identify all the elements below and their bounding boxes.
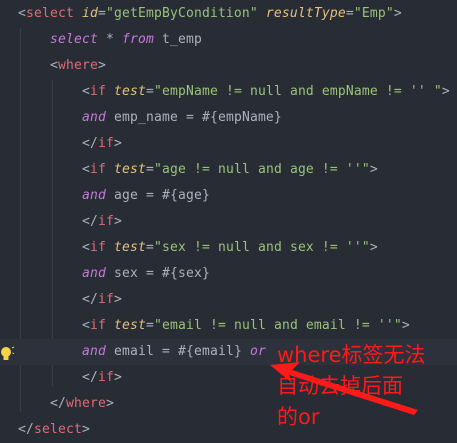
annotation-note: where标签无法 自动去掉后面 的or <box>277 340 457 433</box>
annotation-line: 的or <box>277 405 320 429</box>
annotation-line: 自动去掉后面 <box>277 374 403 398</box>
annotation-line: where标签无法 <box>277 343 426 367</box>
